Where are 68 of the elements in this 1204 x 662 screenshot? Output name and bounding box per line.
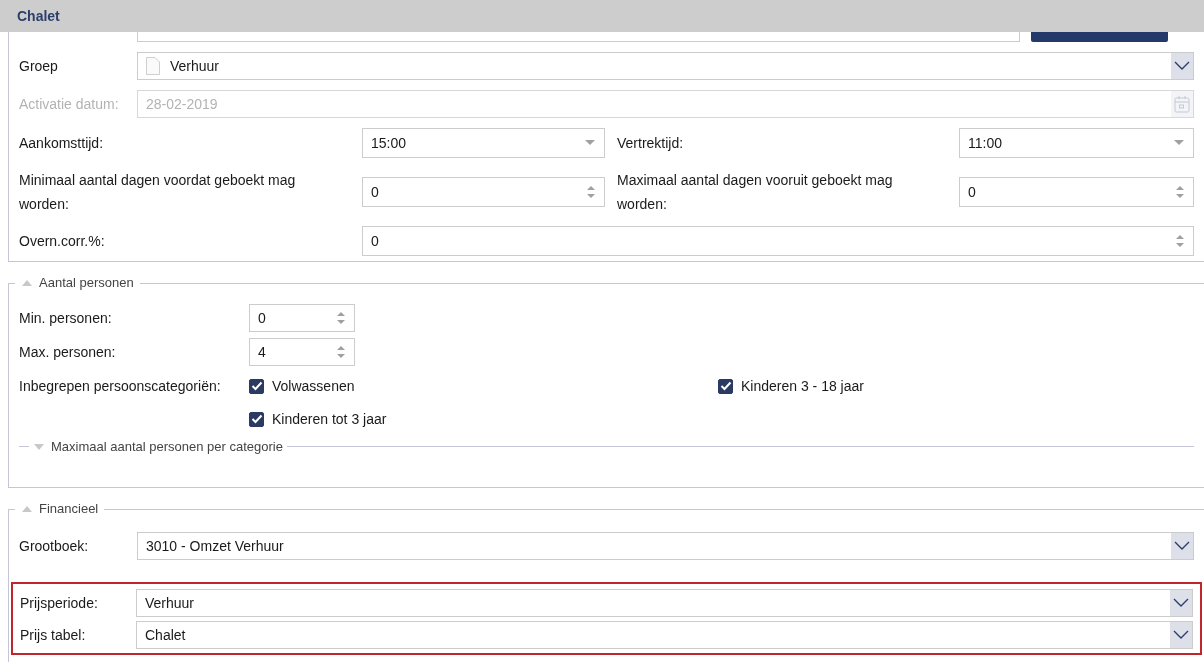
checkbox-label: Volwassenen — [272, 378, 355, 394]
calendar-icon — [1174, 95, 1190, 113]
field-value: 0 — [968, 184, 977, 200]
select-field[interactable]: Verhuur — [137, 52, 1194, 80]
section-toggle[interactable]: Financieel — [15, 501, 105, 516]
field-label: Grootboek: — [19, 538, 90, 554]
dropdown-button[interactable] — [1170, 590, 1192, 616]
field-value: 3010 - Omzet Verhuur — [146, 538, 285, 554]
field-label: Minimaal aantal dagen voordat geboekt mag worden: — [19, 171, 297, 214]
document-icon — [146, 57, 160, 75]
field-value: 28-02-2019 — [146, 96, 219, 112]
spinner-arrows-icon[interactable] — [1175, 184, 1185, 200]
select-field[interactable]: Chalet — [136, 621, 1193, 649]
dropdown-button[interactable] — [1171, 533, 1193, 559]
number-field[interactable]: 4 — [249, 338, 355, 366]
field-label: Prijsperiode: — [20, 595, 99, 611]
dropdown-button[interactable] — [1171, 53, 1193, 79]
field-value: Chalet — [145, 627, 187, 643]
section-title: Financieel — [39, 501, 99, 516]
calendar-button[interactable] — [1171, 91, 1193, 117]
section-toggle[interactable]: Aantal personen — [15, 275, 140, 290]
dropdown-button[interactable] — [1170, 622, 1192, 648]
window-title: Chalet — [17, 8, 60, 24]
section-title: Aantal personen — [39, 275, 134, 290]
spinner-arrows-icon[interactable] — [1175, 233, 1185, 249]
time-dropdown[interactable]: 11:00 — [959, 128, 1194, 158]
field-value: 0 — [371, 233, 380, 249]
triangle-up-icon[interactable] — [21, 504, 33, 513]
field-value: 11:00 — [968, 135, 1003, 151]
field-label: Activatie datum: — [19, 96, 120, 112]
chevron-down-icon — [1174, 61, 1190, 71]
checkbox-label: Kinderen 3 - 18 jaar — [741, 378, 864, 394]
number-field[interactable]: 0 — [362, 177, 605, 207]
field-label: Maximaal aantal dagen vooruit geboekt mag worden: — [616, 171, 894, 214]
field-value: 0 — [371, 184, 380, 200]
select-field[interactable]: 3010 - Omzet Verhuur — [137, 532, 1194, 560]
triangle-up-icon[interactable] — [21, 278, 33, 287]
field-value: 15:00 — [371, 135, 408, 151]
checkbox[interactable] — [249, 378, 264, 394]
chevron-down-icon — [1173, 598, 1189, 608]
field-label: Inbegrepen persoonscategoriën: — [19, 377, 222, 396]
field-value: 4 — [258, 344, 267, 360]
caret-down-icon[interactable] — [584, 139, 596, 147]
chevron-down-icon — [1173, 630, 1189, 640]
number-field[interactable]: 0 — [249, 304, 355, 332]
field-label: Groep — [19, 58, 59, 74]
spinner-arrows-icon[interactable] — [586, 184, 596, 200]
field-label: Min. personen: — [19, 309, 113, 328]
field-label: Aankomsttijd: — [19, 134, 105, 153]
chevron-down-icon — [1174, 541, 1190, 551]
field-value: 0 — [258, 310, 267, 326]
field-label: Vertrektijd: — [616, 134, 685, 153]
select-field[interactable]: Verhuur — [136, 589, 1193, 617]
number-field[interactable]: 0 — [959, 177, 1194, 207]
field-value: Verhuur — [170, 58, 221, 74]
number-field[interactable]: 0 — [362, 226, 1194, 256]
field-label: Overn.corr.%: — [19, 232, 106, 251]
spinner-arrows-icon[interactable] — [336, 310, 346, 326]
triangle-down-icon[interactable] — [33, 442, 45, 451]
checkbox-label: Kinderen tot 3 jaar — [272, 411, 387, 427]
field-value: Verhuur — [145, 595, 196, 611]
time-dropdown[interactable]: 15:00 — [362, 128, 605, 158]
checkbox[interactable] — [249, 411, 264, 427]
checkbox[interactable] — [718, 378, 733, 394]
caret-down-icon[interactable] — [1173, 139, 1185, 147]
spinner-arrows-icon[interactable] — [336, 344, 346, 360]
field-label: Max. personen: — [19, 343, 117, 362]
field-label: Prijs tabel: — [20, 627, 87, 643]
